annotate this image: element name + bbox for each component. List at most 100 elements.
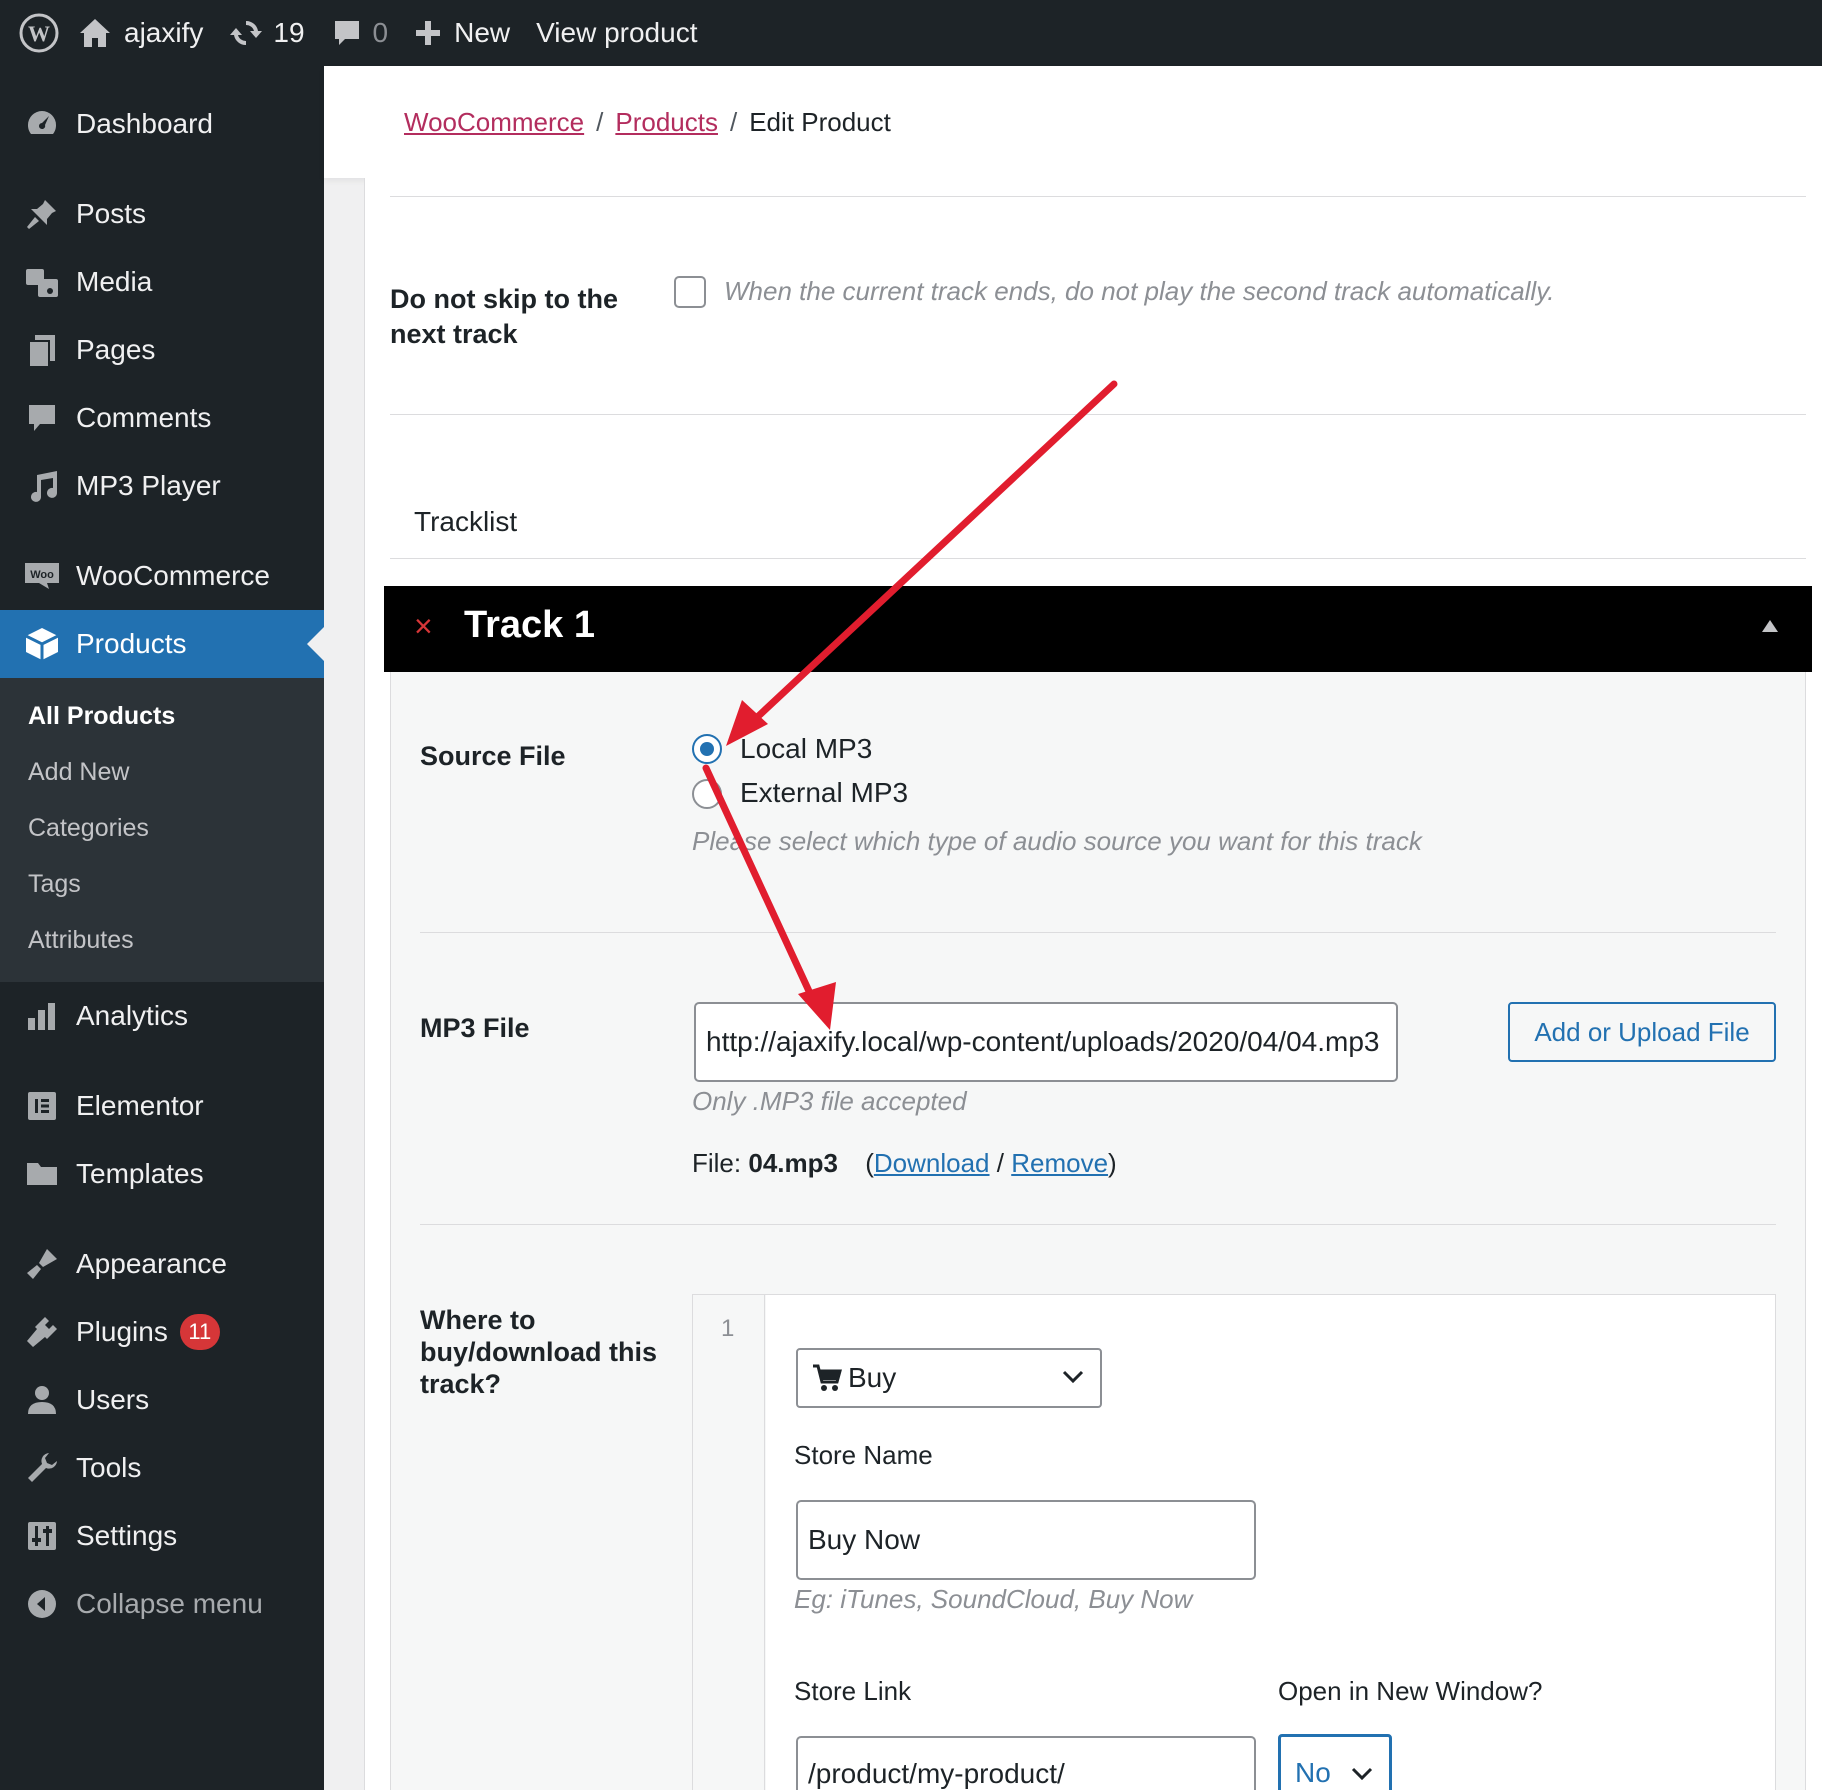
new-window-value: No xyxy=(1295,1757,1331,1788)
divider xyxy=(420,932,1776,933)
updates-link[interactable]: 19 xyxy=(229,0,305,66)
svg-text:Woo: Woo xyxy=(30,569,54,581)
comment-icon xyxy=(22,398,62,438)
page-header: WooCommerce / Products / Edit Product xyxy=(324,66,1822,178)
tracklist-label: Tracklist xyxy=(414,506,518,537)
radio-external-mp3[interactable] xyxy=(692,779,722,809)
plug-icon xyxy=(22,1312,62,1352)
refresh-icon xyxy=(230,20,263,46)
collapse-track-icon[interactable] xyxy=(1762,620,1778,632)
breadcrumb-woocommerce[interactable]: WooCommerce xyxy=(404,107,584,138)
breadcrumb-products[interactable]: Products xyxy=(615,107,718,138)
mp3-file-description: Only .MP3 file accepted xyxy=(692,1086,967,1116)
menu-mp3-player[interactable]: MP3 Player xyxy=(0,452,324,520)
submenu-all-products[interactable]: All Products xyxy=(0,688,324,744)
collapse-menu-button[interactable]: Collapse menu xyxy=(0,1570,324,1638)
menu-label: Settings xyxy=(76,1520,178,1551)
submenu-tags[interactable]: Tags xyxy=(0,856,324,912)
folder-icon xyxy=(22,1154,62,1194)
menu-label: Collapse menu xyxy=(76,1588,263,1619)
radio-local-mp3-label: Local MP3 xyxy=(740,733,873,764)
menu-plugins[interactable]: Plugins 11 xyxy=(0,1298,324,1366)
breadcrumb-current: Edit Product xyxy=(749,106,891,137)
menu-tools[interactable]: Tools xyxy=(0,1434,324,1502)
wrench-icon xyxy=(22,1448,62,1488)
menu-users[interactable]: Users xyxy=(0,1366,324,1434)
pages-icon xyxy=(22,330,62,370)
menu-media[interactable]: Media xyxy=(0,248,324,316)
updates-count: 19 xyxy=(273,17,305,48)
music-note-icon xyxy=(22,466,62,506)
elementor-icon xyxy=(22,1086,62,1126)
menu-products[interactable]: Products xyxy=(0,610,324,678)
open-paren: ( xyxy=(865,1148,874,1178)
menu-label: Plugins xyxy=(76,1316,168,1347)
comments-count: 0 xyxy=(372,17,389,48)
menu-label: Dashboard xyxy=(76,108,213,139)
track-title: Track 1 xyxy=(464,604,595,646)
submenu-categories[interactable]: Categories xyxy=(0,800,324,856)
new-label: New xyxy=(454,17,511,48)
menu-posts[interactable]: Posts xyxy=(0,180,324,248)
file-info: File: 04.mp3 (Download / Remove) xyxy=(692,1148,1117,1179)
menu-analytics[interactable]: Analytics xyxy=(0,982,324,1050)
download-link[interactable]: Download xyxy=(874,1148,990,1178)
radio-local-mp3[interactable] xyxy=(692,734,722,764)
brush-icon xyxy=(22,1244,62,1284)
submenu-add-new[interactable]: Add New xyxy=(0,744,324,800)
plugins-update-badge: 11 xyxy=(179,1314,220,1350)
menu-comments[interactable]: Comments xyxy=(0,384,324,452)
store-link-label: Store Link xyxy=(794,1676,912,1706)
menu-templates[interactable]: Templates xyxy=(0,1140,324,1208)
menu-label: Media xyxy=(76,266,153,297)
menu-label: Pages xyxy=(76,334,156,365)
source-file-label: Source File xyxy=(420,741,566,771)
skip-track-checkbox[interactable] xyxy=(674,276,706,308)
menu-appearance[interactable]: Appearance xyxy=(0,1230,324,1298)
svg-text:W: W xyxy=(28,21,50,46)
menu-woocommerce[interactable]: Woo WooCommerce xyxy=(0,542,324,610)
remove-track-icon[interactable]: × xyxy=(414,608,433,645)
divider xyxy=(390,196,1806,197)
skip-track-description: When the current track ends, do not play… xyxy=(724,276,1555,306)
file-name: 04.mp3 xyxy=(748,1148,838,1178)
comments-link[interactable]: 0 xyxy=(331,0,389,66)
mp3-url-input[interactable]: http://ajaxify.local/wp-content/uploads/… xyxy=(694,1002,1398,1082)
sliders-icon xyxy=(22,1516,62,1556)
menu-label: Products xyxy=(76,628,187,659)
view-product-link[interactable]: View product xyxy=(536,0,697,66)
menu-label: MP3 Player xyxy=(76,470,221,501)
repeater-index-column[interactable]: 1 xyxy=(693,1295,765,1790)
add-upload-file-button[interactable]: Add or Upload File xyxy=(1508,1002,1776,1062)
menu-pages[interactable]: Pages xyxy=(0,316,324,384)
menu-elementor[interactable]: Elementor xyxy=(0,1072,324,1140)
menu-dashboard[interactable]: Dashboard xyxy=(0,90,324,158)
admin-sidebar: Dashboard Posts Media Pages Comments MP3… xyxy=(0,66,324,1790)
track-header[interactable]: × Track 1 xyxy=(384,586,1812,672)
pin-icon xyxy=(22,194,62,234)
repeater-index: 1 xyxy=(721,1315,735,1342)
site-name-link[interactable]: ajaxify xyxy=(78,0,203,66)
store-link-input[interactable]: /product/my-product/ xyxy=(796,1736,1256,1790)
store-name-input[interactable]: Buy Now xyxy=(796,1500,1256,1580)
breadcrumb-separator: / xyxy=(596,106,604,137)
store-name-description: Eg: iTunes, SoundCloud, Buy Now xyxy=(794,1584,1193,1614)
buy-type-value: Buy xyxy=(848,1362,897,1393)
new-window-select[interactable]: No xyxy=(1278,1734,1392,1790)
menu-label: Appearance xyxy=(76,1248,228,1279)
home-icon xyxy=(80,19,110,47)
dashboard-icon xyxy=(22,104,62,144)
submenu-attributes[interactable]: Attributes xyxy=(0,912,324,968)
buy-type-select[interactable]: Buy xyxy=(796,1348,1102,1408)
wordpress-logo-icon[interactable]: W xyxy=(0,0,78,66)
menu-label: WooCommerce xyxy=(76,560,270,591)
new-content-link[interactable]: New xyxy=(414,0,510,66)
menu-label: Elementor xyxy=(76,1090,204,1121)
remove-link[interactable]: Remove xyxy=(1011,1148,1108,1178)
menu-settings[interactable]: Settings xyxy=(0,1502,324,1570)
menu-label: Comments xyxy=(76,402,212,433)
comment-icon xyxy=(334,21,359,45)
chevron-down-icon xyxy=(1062,1370,1084,1384)
view-product-label: View product xyxy=(536,17,698,48)
menu-label: Analytics xyxy=(76,1000,189,1031)
